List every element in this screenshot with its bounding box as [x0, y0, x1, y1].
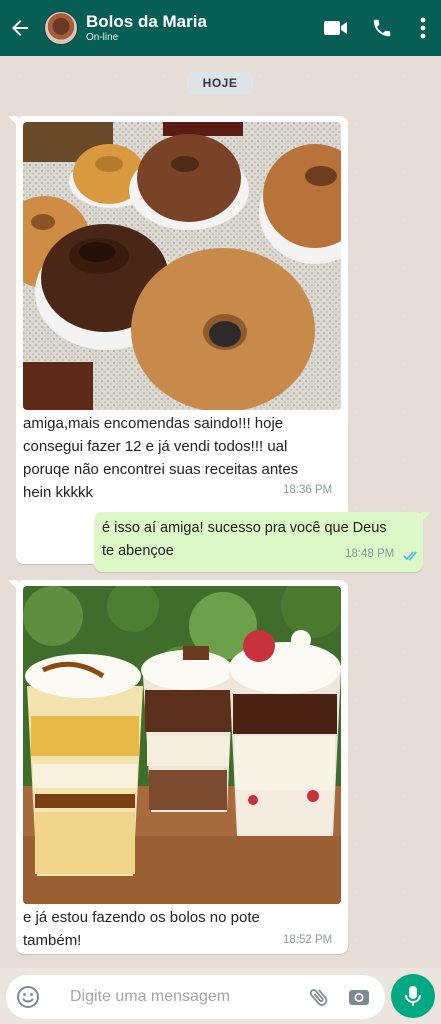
- message-line: e já estou fazendo os bolos no pote: [23, 909, 260, 926]
- message-line: poruqe não encontrei suas receitas antes: [23, 461, 299, 478]
- mic-icon: [405, 986, 421, 1006]
- message-photo-dessert-cups[interactable]: [23, 586, 341, 904]
- header-actions: [313, 0, 441, 56]
- incoming-message[interactable]: e já estou fazendo os bolos no pote tamb…: [8, 580, 348, 954]
- more-vert-icon: [420, 17, 426, 39]
- more-options-button[interactable]: [405, 0, 441, 56]
- incoming-message[interactable]: amiga,mais encomendas saindo!!! hoje con…: [8, 116, 348, 564]
- message-time: 18:48 PM: [345, 548, 395, 560]
- video-call-button[interactable]: [313, 0, 359, 56]
- attach-button[interactable]: [299, 975, 339, 1019]
- camera-icon: [349, 990, 369, 1005]
- contact-info[interactable]: Bolos da Maria On-line: [86, 12, 207, 44]
- message-line: amiga,mais encomendas saindo!!! hoje: [23, 415, 284, 432]
- message-composer: [0, 968, 441, 1024]
- day-badge: HOJE: [187, 72, 253, 94]
- camera-button[interactable]: [339, 975, 379, 1019]
- chat-header: Bolos da Maria On-line: [0, 0, 441, 56]
- mic-button[interactable]: [391, 974, 435, 1018]
- voice-call-button[interactable]: [359, 0, 405, 56]
- avatar[interactable]: [44, 11, 78, 45]
- video-call-icon: [324, 21, 347, 35]
- contact-status: On-line: [86, 32, 119, 43]
- emoji-icon: [17, 986, 39, 1008]
- attach-icon: [309, 989, 328, 1006]
- message-input-box: [6, 975, 385, 1019]
- read-receipt-icon: [403, 551, 417, 561]
- outgoing-message[interactable]: é isso aí amiga! sucesso pra você que De…: [94, 512, 431, 572]
- message-photo-cakes[interactable]: [23, 122, 341, 410]
- back-arrow-icon: [12, 20, 28, 36]
- back-button[interactable]: [0, 0, 40, 56]
- message-line: é isso aí amiga! sucesso pra você que De…: [102, 520, 387, 536]
- message-input[interactable]: [70, 988, 280, 1006]
- contact-name: Bolos da Maria: [86, 12, 207, 31]
- message-line: consegui fazer 12 e já vendi todos!!! ua…: [23, 438, 288, 455]
- emoji-button[interactable]: [6, 975, 50, 1019]
- message-time: 18:52 PM: [283, 934, 333, 946]
- phone-icon: [373, 19, 391, 37]
- chat-area[interactable]: HOJE amiga,mais encomendas saindo!!! hoj…: [0, 56, 441, 968]
- message-time: 18:36 PM: [283, 484, 333, 496]
